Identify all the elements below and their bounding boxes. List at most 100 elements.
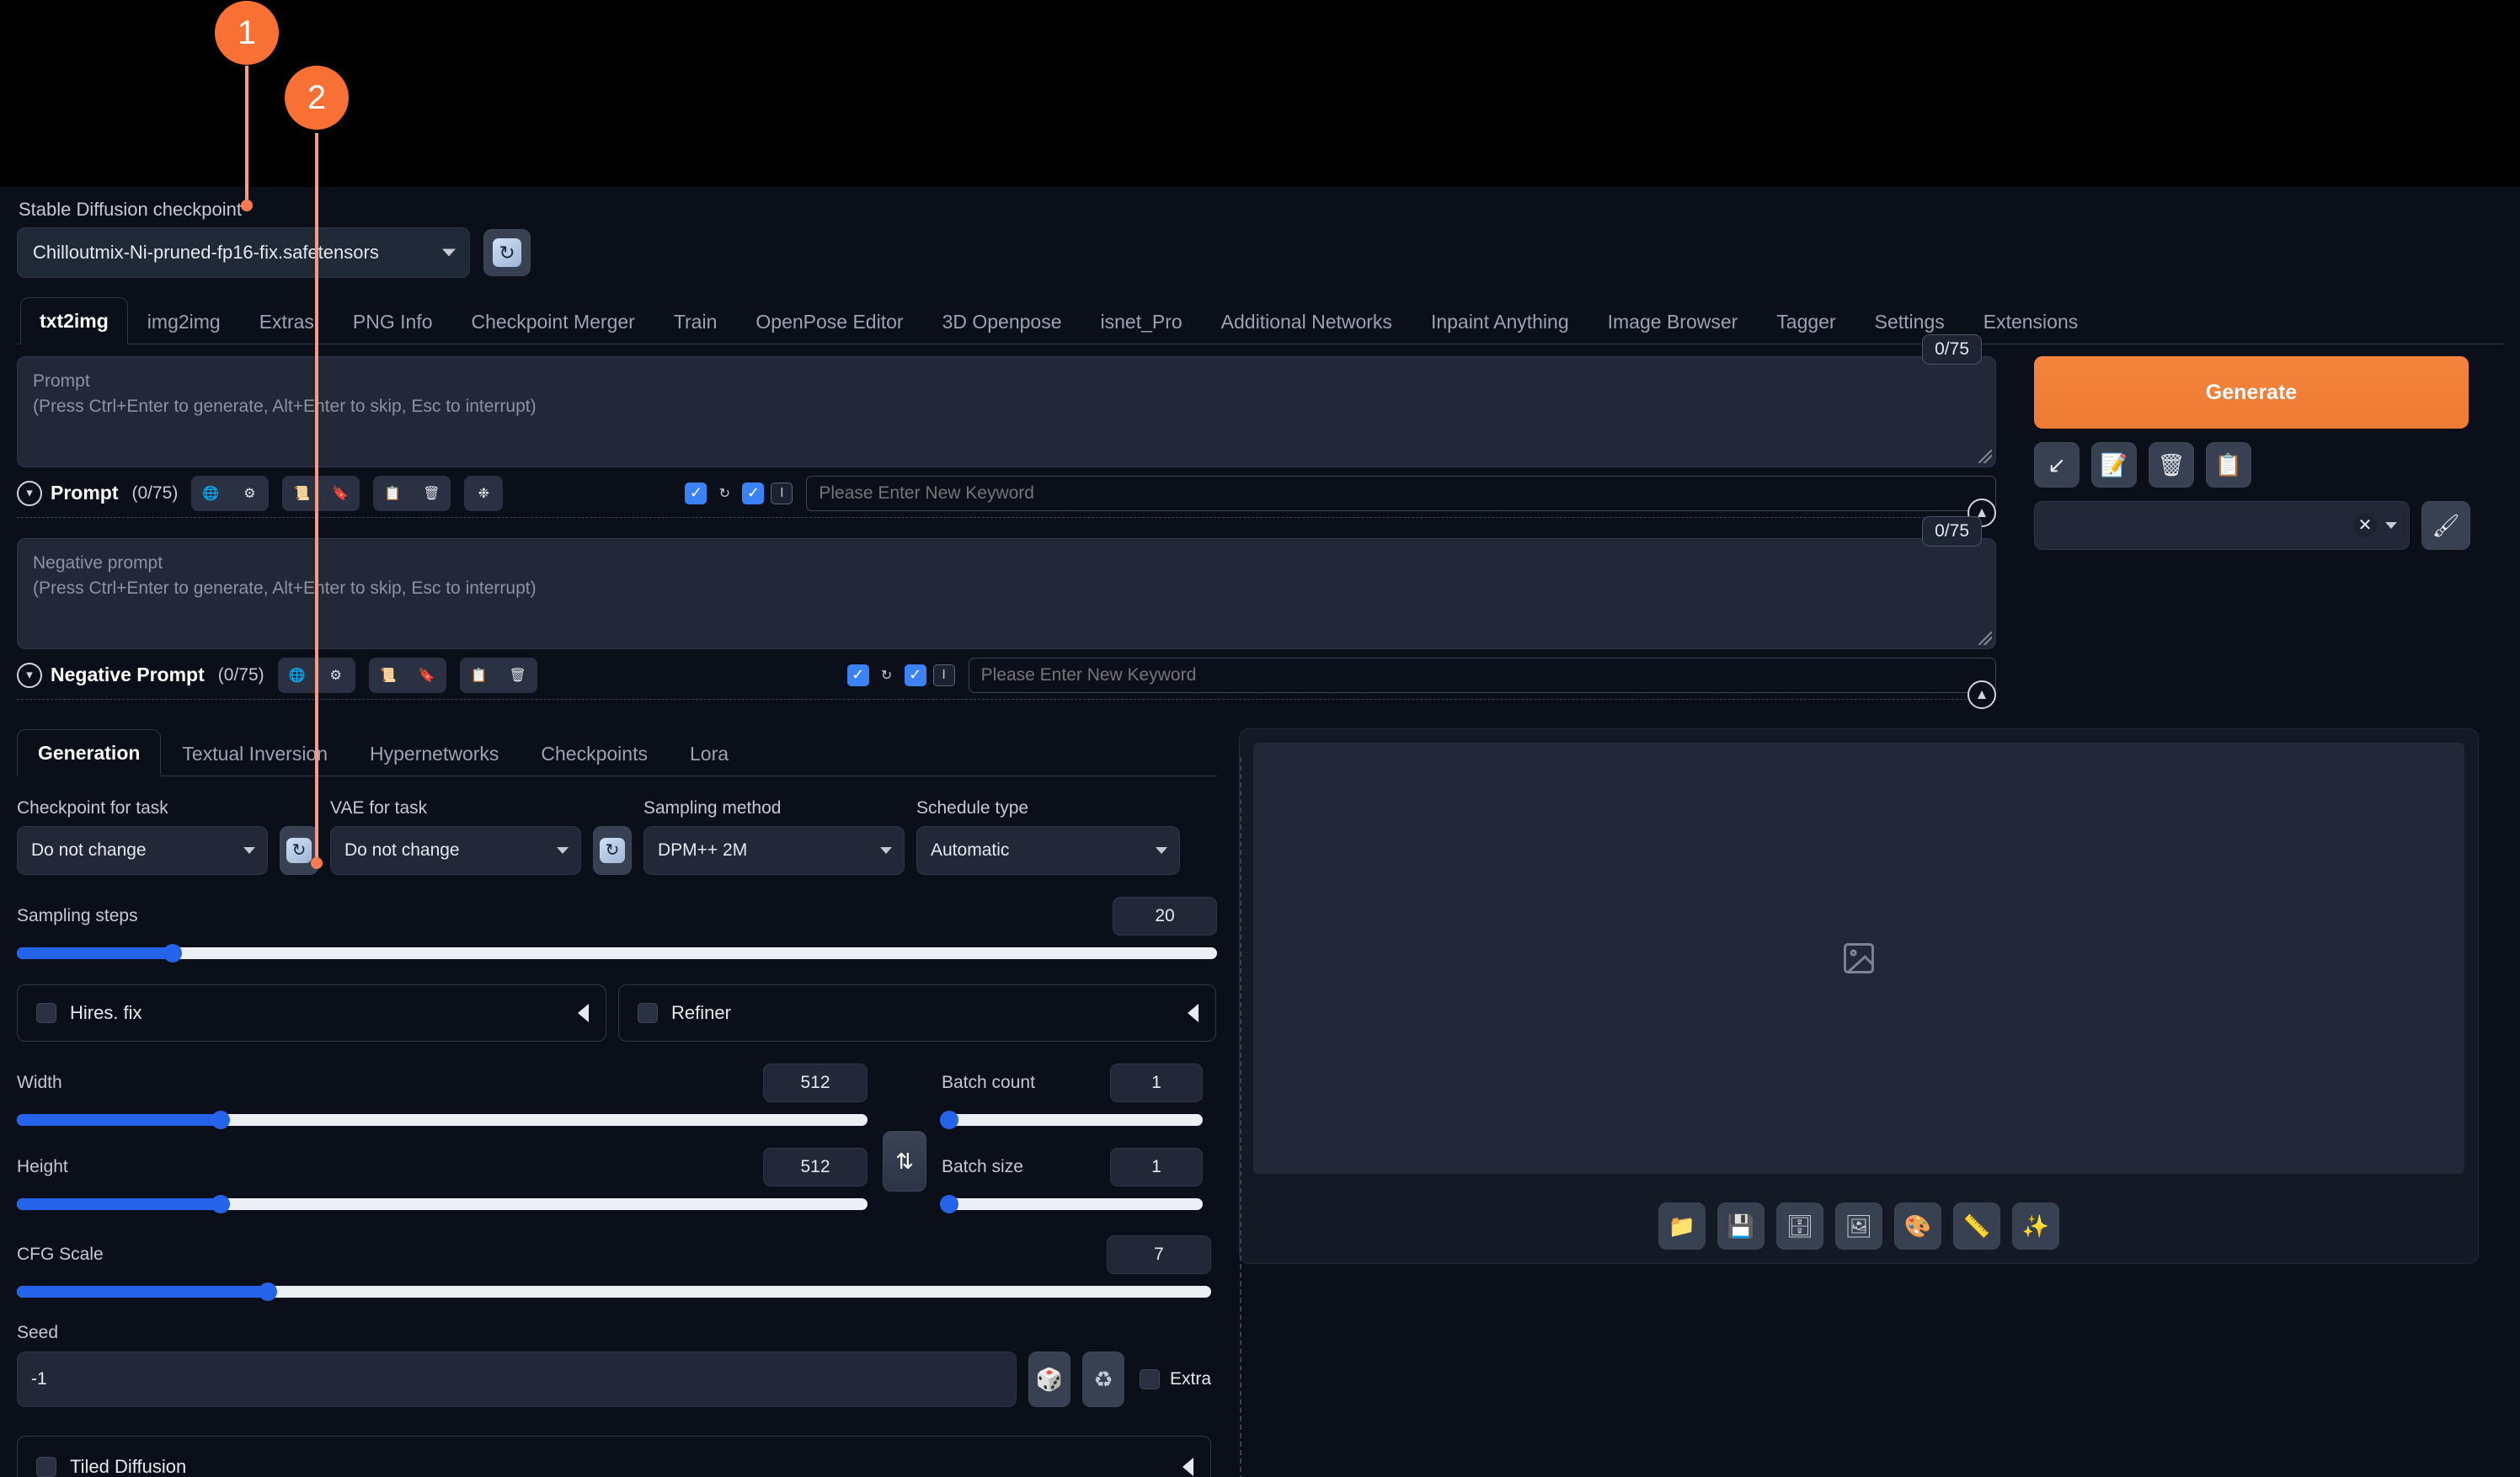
bookmark-icon[interactable]: 🔖 bbox=[408, 658, 446, 693]
batch-size-value[interactable]: 1 bbox=[1110, 1148, 1203, 1186]
main-tab-isnet-pro[interactable]: isnet_Pro bbox=[1081, 298, 1202, 344]
sparkles-icon[interactable]: ✨ bbox=[2012, 1202, 2059, 1250]
batch-size-knob[interactable] bbox=[940, 1195, 959, 1213]
swap-arrows-icon[interactable]: ⇅ bbox=[883, 1131, 926, 1192]
width-knob[interactable] bbox=[211, 1111, 231, 1129]
generate-button[interactable]: Generate bbox=[2034, 356, 2469, 429]
sampling-steps-knob[interactable] bbox=[163, 944, 183, 962]
checkpoint-refresh-button[interactable]: ↻ bbox=[483, 229, 531, 276]
main-tab-extensions[interactable]: Extensions bbox=[1964, 298, 2098, 344]
vae-for-task-refresh-button[interactable]: ↻ bbox=[593, 826, 632, 875]
width-value[interactable]: 512 bbox=[763, 1064, 868, 1102]
hires-fix-checkbox[interactable] bbox=[36, 1003, 56, 1023]
timer-icon[interactable]: ↻ bbox=[713, 483, 735, 504]
cfg-scale-value[interactable]: 7 bbox=[1107, 1235, 1211, 1274]
close-icon[interactable]: ✕ bbox=[2353, 514, 2377, 537]
vae-for-task-select[interactable]: Do not change bbox=[330, 826, 581, 875]
cfg-scale-track[interactable] bbox=[17, 1282, 1211, 1301]
copy-icon[interactable]: 📋 bbox=[373, 476, 412, 511]
sub-tab-hypernetworks[interactable]: Hypernetworks bbox=[349, 730, 520, 776]
seed-input[interactable] bbox=[17, 1352, 1017, 1407]
gear-icon[interactable]: ⚙ bbox=[230, 476, 269, 511]
clipboard-icon[interactable]: 📋 bbox=[2206, 442, 2251, 488]
main-tab-tagger[interactable]: Tagger bbox=[1757, 298, 1855, 344]
checkpoint-for-task-select[interactable]: Do not change bbox=[17, 826, 268, 875]
chevron-down-circle-icon[interactable]: ▾ bbox=[17, 662, 42, 688]
refiner-accordion[interactable]: Refiner bbox=[618, 984, 1216, 1042]
ruler-icon[interactable]: 📏 bbox=[1953, 1202, 2000, 1250]
keyword-enable-checkbox[interactable]: ✓ bbox=[846, 664, 869, 686]
negative-prompt-toolbar-title[interactable]: ▾ Negative Prompt (0/75) bbox=[17, 662, 264, 688]
timer-icon[interactable]: ↻ bbox=[876, 664, 898, 686]
width-track[interactable] bbox=[17, 1111, 868, 1129]
keyword-auto-checkbox[interactable]: ✓ bbox=[904, 664, 926, 686]
main-tab-txt2img[interactable]: txt2img bbox=[20, 297, 128, 344]
output-preview-area[interactable] bbox=[1253, 743, 2464, 1174]
resize-grip-icon[interactable] bbox=[1978, 450, 1992, 463]
wastebasket-icon[interactable]: 🗑 bbox=[2149, 442, 2194, 488]
sampling-method-select[interactable]: DPM++ 2M bbox=[643, 826, 905, 875]
arrow-down-left-icon[interactable]: ↙ bbox=[2034, 442, 2080, 488]
framed-picture-icon[interactable]: 🖼 bbox=[1835, 1202, 1882, 1250]
refiner-checkbox[interactable] bbox=[638, 1003, 658, 1023]
copy-icon[interactable]: 📋 bbox=[460, 658, 499, 693]
keyword-input[interactable] bbox=[806, 475, 1996, 511]
chevron-down-circle-icon[interactable]: ▾ bbox=[17, 480, 42, 506]
negative-prompt-collapse-button[interactable]: ▲ bbox=[1967, 680, 1996, 709]
tiled-diffusion-checkbox[interactable] bbox=[36, 1457, 56, 1477]
batch-count-knob[interactable] bbox=[940, 1111, 959, 1129]
tiled-diffusion-accordion[interactable]: Tiled Diffusion bbox=[17, 1436, 1211, 1477]
main-tab-checkpoint-merger[interactable]: Checkpoint Merger bbox=[452, 298, 654, 344]
sampling-steps-value[interactable]: 20 bbox=[1113, 897, 1217, 936]
palette-icon[interactable]: 🎨 bbox=[1894, 1202, 1941, 1250]
sub-tab-checkpoints[interactable]: Checkpoints bbox=[520, 730, 669, 776]
dice-icon[interactable]: 🎲 bbox=[1028, 1352, 1070, 1407]
main-tab-train[interactable]: Train bbox=[654, 298, 737, 344]
schedule-type-select[interactable]: Automatic bbox=[916, 826, 1180, 875]
main-tab-img2img[interactable]: img2img bbox=[128, 298, 240, 344]
hires-fix-accordion[interactable]: Hires. fix bbox=[17, 984, 606, 1042]
notepad-icon[interactable]: 📝 bbox=[2091, 442, 2137, 488]
checkpoint-select[interactable]: Chilloutmix-Ni-pruned-fp16-fix.safetenso… bbox=[17, 227, 470, 278]
openai-icon[interactable]: ❉ bbox=[464, 476, 503, 511]
chevron-left-icon[interactable] bbox=[1183, 1458, 1193, 1476]
main-tab-inpaint-anything[interactable]: Inpaint Anything bbox=[1412, 298, 1588, 344]
archive-icon[interactable]: 🗄 bbox=[1776, 1202, 1823, 1250]
negative-keyword-input[interactable] bbox=[968, 657, 1996, 693]
styles-select[interactable]: ✕ bbox=[2034, 501, 2410, 550]
keyword-enable-checkbox[interactable]: ✓ bbox=[685, 482, 707, 504]
text-cursor-icon[interactable]: I bbox=[932, 664, 955, 686]
main-tab-3d-openpose[interactable]: 3D Openpose bbox=[923, 298, 1081, 344]
resize-grip-icon[interactable] bbox=[1978, 632, 1992, 645]
height-value[interactable]: 512 bbox=[763, 1148, 868, 1186]
sampling-steps-track[interactable] bbox=[17, 944, 1217, 962]
main-tab-png-info[interactable]: PNG Info bbox=[334, 298, 452, 344]
text-cursor-icon[interactable]: I bbox=[771, 482, 793, 504]
folder-icon[interactable]: 📁 bbox=[1658, 1202, 1706, 1250]
bookmark-icon[interactable]: 🔖 bbox=[321, 476, 360, 511]
negative-prompt-input[interactable]: Negative prompt (Press Ctrl+Enter to gen… bbox=[17, 538, 1996, 649]
history-icon[interactable]: 📜 bbox=[369, 658, 408, 693]
sub-tab-lora[interactable]: Lora bbox=[669, 730, 750, 776]
main-tab-additional-networks[interactable]: Additional Networks bbox=[1202, 298, 1412, 344]
chevron-left-icon[interactable] bbox=[1188, 1004, 1199, 1022]
recycle-icon[interactable]: ♻ bbox=[1081, 1352, 1124, 1407]
chevron-left-icon[interactable] bbox=[578, 1004, 589, 1022]
batch-size-track[interactable] bbox=[940, 1195, 1203, 1213]
batch-count-track[interactable] bbox=[940, 1111, 1203, 1129]
height-knob[interactable] bbox=[211, 1195, 231, 1213]
main-tab-image-browser[interactable]: Image Browser bbox=[1588, 298, 1758, 344]
prompt-toolbar-title[interactable]: ▾ Prompt (0/75) bbox=[17, 480, 178, 506]
cfg-scale-knob[interactable] bbox=[258, 1282, 277, 1301]
keyword-auto-checkbox[interactable]: ✓ bbox=[742, 482, 765, 504]
height-track[interactable] bbox=[17, 1195, 868, 1213]
trash-icon[interactable]: 🗑 bbox=[412, 476, 451, 511]
sub-tab-textual-inversion[interactable]: Textual Inversion bbox=[161, 730, 349, 776]
batch-count-value[interactable]: 1 bbox=[1110, 1064, 1203, 1102]
extra-checkbox[interactable] bbox=[1139, 1369, 1160, 1389]
sub-tab-generation[interactable]: Generation bbox=[17, 729, 162, 776]
prompt-input[interactable]: Prompt (Press Ctrl+Enter to generate, Al… bbox=[17, 356, 1996, 467]
main-tab-openpose-editor[interactable]: OpenPose Editor bbox=[736, 298, 922, 344]
main-tab-extras[interactable]: Extras bbox=[240, 298, 334, 344]
save-icon[interactable]: 💾 bbox=[1717, 1202, 1765, 1250]
